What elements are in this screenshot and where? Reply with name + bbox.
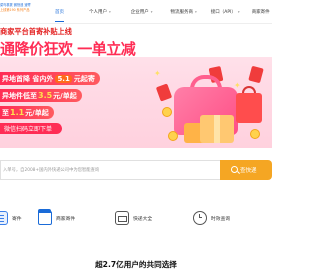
- search-button-label: 查快递: [240, 168, 257, 174]
- clock-icon: [193, 211, 207, 225]
- promo-banner[interactable]: 商家平台首寄补贴上线 通降价狂欢 一单立减 异地首降 省内外 5.1 元起寄 异…: [0, 25, 272, 148]
- promo-text: 元/单起: [25, 108, 49, 117]
- service-label: 商家寄件: [56, 216, 76, 222]
- page: 菜鸟裹裹 微快递 速寄 上线第190 系列产品 首页 个人用户 ▾ 企业用户 ▾…: [0, 0, 272, 275]
- promo-text: 元/单起: [53, 91, 77, 100]
- promo-price: 3.5: [38, 91, 53, 100]
- tracking-search: 查快递: [0, 160, 272, 180]
- search-box: [0, 160, 220, 180]
- service-delivery-time[interactable]: 时效查询: [193, 204, 230, 232]
- shopping-cart-illustration: ✦ ✦: [150, 65, 272, 147]
- nav-label: 企业用户: [130, 10, 149, 15]
- store-icon: [38, 209, 52, 225]
- tracking-number-input[interactable]: [1, 161, 211, 179]
- red-envelope-icon: [248, 65, 264, 84]
- promo-text: 元起寄: [73, 74, 95, 83]
- service-express-directory[interactable]: 快递大全: [115, 204, 152, 232]
- chevron-down-icon: ▾: [237, 10, 240, 14]
- section-tagline: 超2.7亿用户的共同选择: [95, 260, 177, 269]
- chevron-down-icon: ▾: [150, 10, 153, 14]
- nav-item-personal[interactable]: 个人用户 ▾: [89, 0, 111, 24]
- banner-subsidy-text: 商家平台首寄补贴上线: [0, 27, 72, 36]
- parcel-tape: [214, 115, 220, 143]
- main-nav: 首页 个人用户 ▾ 企业用户 ▾ 物流服务商 ▾ 接口（API） ▾ 商家寄件: [46, 0, 270, 24]
- nav-item-merchant-send[interactable]: 商家寄件: [252, 0, 270, 24]
- document-icon: [0, 211, 8, 225]
- nav-label: 个人用户: [89, 10, 107, 15]
- coin-icon: [162, 107, 172, 117]
- nav-label: 物流服务商: [170, 10, 194, 15]
- service-label: 快递大全: [133, 216, 153, 222]
- banner-headline: 通降价狂欢 一单立减: [0, 40, 136, 58]
- service-shortcuts: 寄件 商家寄件 快递大全 时效查询: [0, 204, 272, 232]
- nav-label: 接口（API）: [210, 10, 236, 15]
- shopping-bag-icon: [236, 93, 262, 123]
- promo-text: 异地首降 省内外: [2, 74, 54, 83]
- service-send[interactable]: 寄件: [0, 204, 22, 232]
- sparkle-icon: ✦: [154, 69, 161, 78]
- nav-label: 商家寄件: [251, 10, 270, 15]
- coin-icon: [168, 131, 178, 141]
- red-envelope-icon: [155, 83, 173, 102]
- nav-item-enterprise[interactable]: 企业用户 ▾: [131, 0, 153, 24]
- nav-item-home[interactable]: 首页: [55, 0, 64, 24]
- service-label: 时效查询: [211, 216, 231, 222]
- coin-icon: [250, 129, 260, 139]
- logo[interactable]: 菜鸟裹裹 微快递 速寄 上线第190 系列产品: [0, 3, 44, 21]
- promo-text: 异地件低至: [2, 91, 37, 100]
- banner-cta-button[interactable]: 微信扫码立即下单: [0, 123, 62, 134]
- promo-line-1: 异地首降 省内外 5.1 元起寄: [0, 72, 100, 85]
- service-merchant-send[interactable]: 商家寄件: [38, 204, 75, 232]
- promo-price: 1.1: [10, 108, 25, 117]
- top-navbar: 菜鸟裹裹 微快递 速寄 上线第190 系列产品 首页 个人用户 ▾ 企业用户 ▾…: [0, 0, 272, 24]
- nav-label: 首页: [55, 10, 64, 15]
- search-button[interactable]: 查快递: [220, 160, 272, 180]
- chevron-down-icon: ▾: [109, 10, 111, 14]
- nav-item-logistics[interactable]: 物流服务商 ▾: [171, 0, 197, 24]
- logo-line-2: 上线第190 系列产品: [0, 8, 30, 12]
- search-icon: [231, 166, 238, 173]
- express-icon: [115, 211, 129, 225]
- promo-line-3: 至 1.1 元/单起: [0, 106, 54, 119]
- nav-item-api[interactable]: 接口（API） ▾: [211, 0, 240, 24]
- chevron-down-icon: ▾: [195, 10, 197, 14]
- sparkle-icon: ✦: [234, 81, 241, 90]
- service-label: 寄件: [12, 216, 22, 222]
- promo-text: 至: [2, 108, 9, 117]
- promo-price: 5.1: [55, 74, 72, 83]
- promo-line-2: 异地件低至 3.5 元/单起: [0, 89, 82, 102]
